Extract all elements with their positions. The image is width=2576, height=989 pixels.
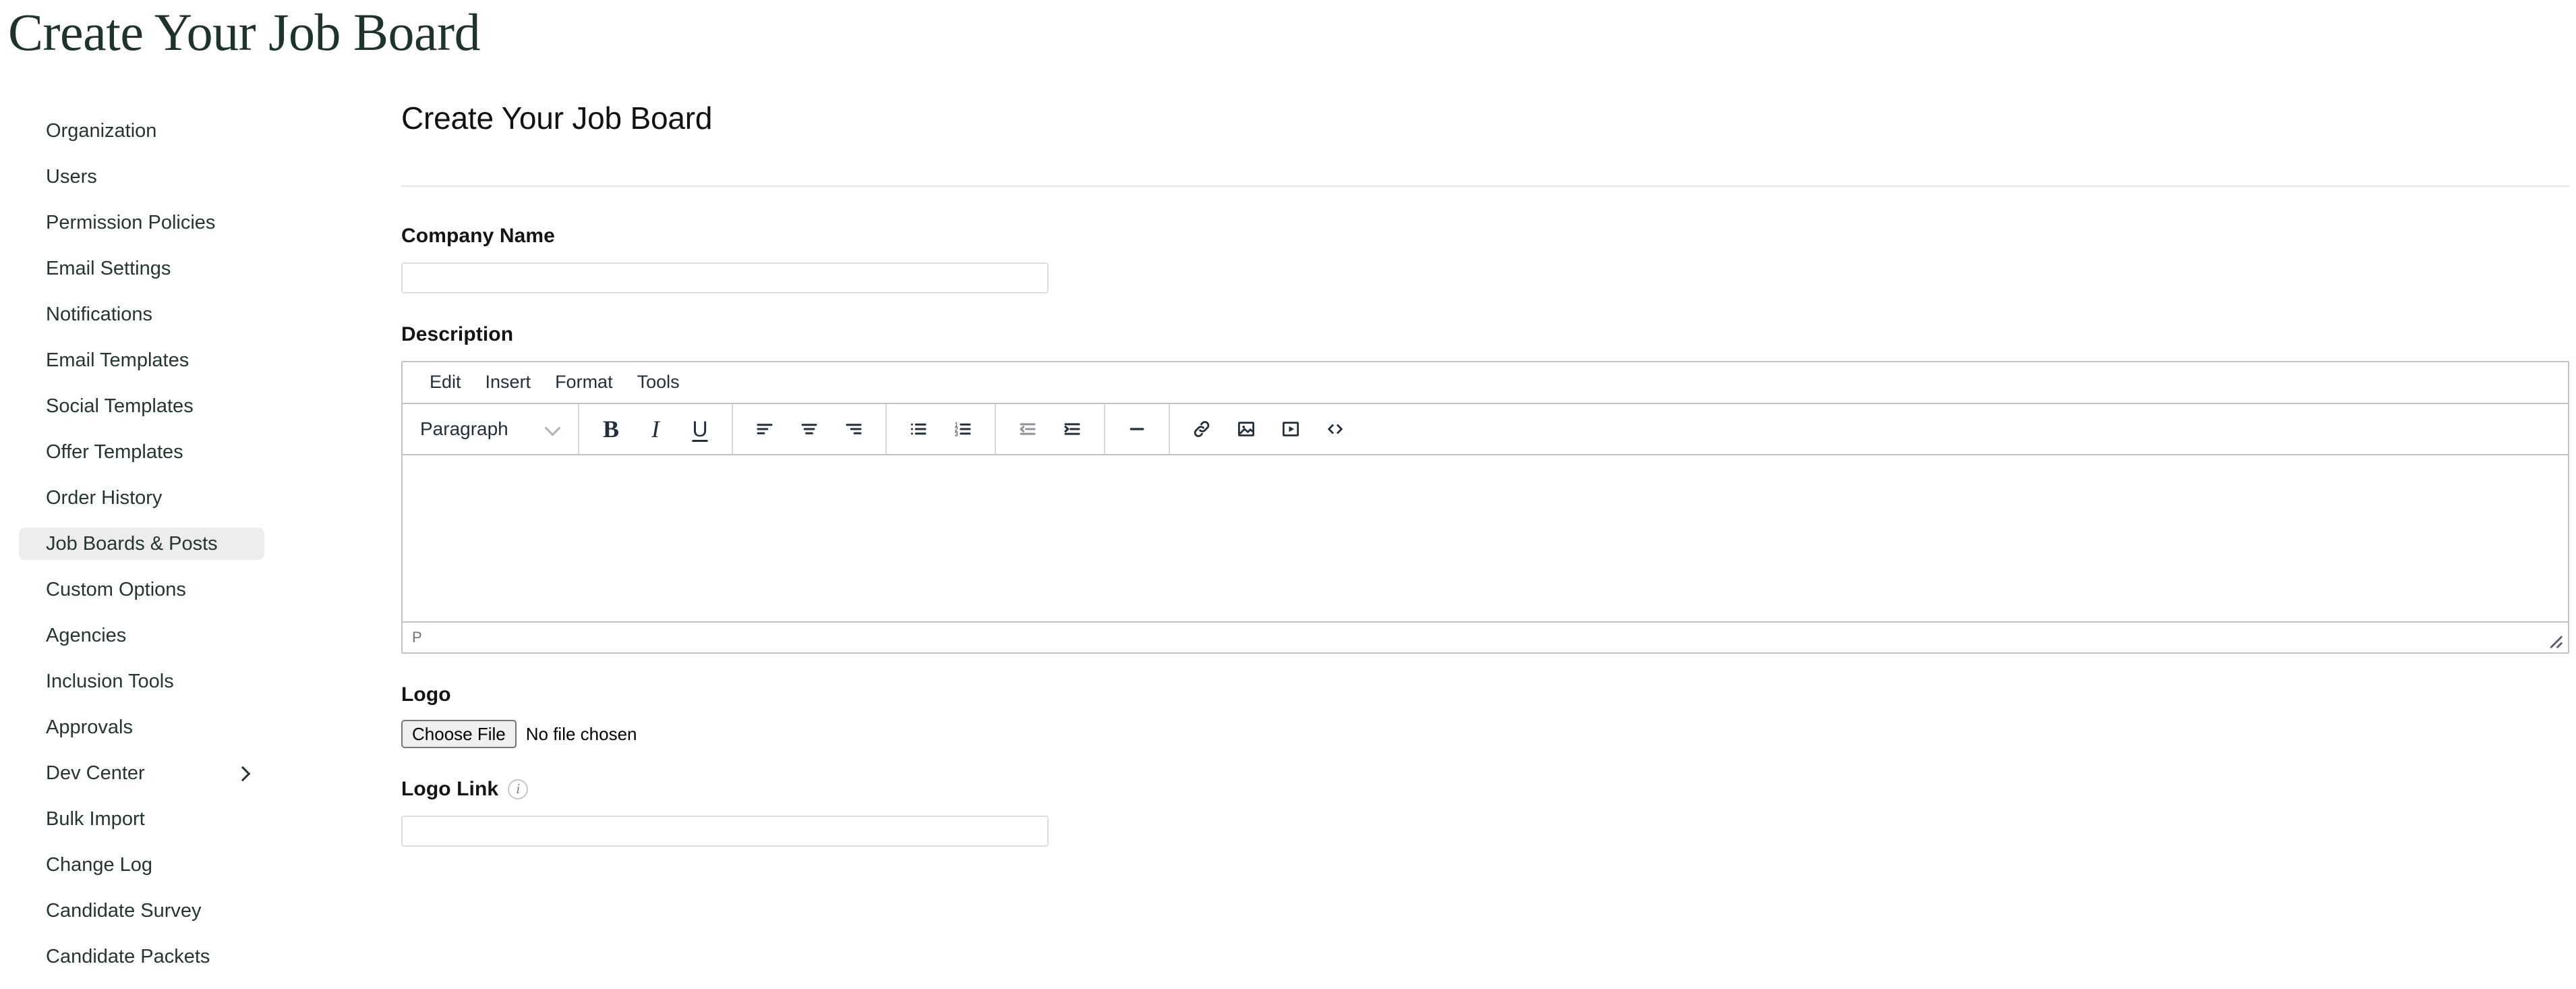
sidebar-item-label: Permission Policies <box>46 211 216 233</box>
logo-link-label: Logo Link <box>401 777 499 800</box>
numbered-list-icon[interactable]: 1 2 3 <box>943 409 983 449</box>
editor-content-area[interactable] <box>403 455 2568 623</box>
rich-text-editor: Edit Insert Format Tools Paragraph B I U… <box>401 360 2569 654</box>
chevron-down-icon <box>544 421 560 437</box>
sidebar-item-job-boards-and-posts[interactable]: Job Boards & Posts <box>19 528 264 560</box>
horizontal-rule-icon[interactable] <box>1117 409 1157 449</box>
sidebar-item-candidate-survey[interactable]: Candidate Survey <box>19 895 264 927</box>
editor-toolbar: Paragraph B I U 1 2 3 <box>403 403 2568 455</box>
logo-file-input[interactable]: Choose File No file chosen <box>401 719 2569 748</box>
form-heading: Create Your Job Board <box>401 101 713 136</box>
sidebar-item-label: Agencies <box>46 624 127 646</box>
underline-icon[interactable]: U <box>680 409 720 449</box>
sidebar-item-agencies[interactable]: Agencies <box>19 619 264 652</box>
page-title: Create Your Job Board <box>8 3 481 61</box>
sidebar-item-permission-policies[interactable]: Permission Policies <box>19 206 264 239</box>
svg-text:3: 3 <box>955 430 958 437</box>
sidebar-item-organization[interactable]: Organization <box>19 115 264 147</box>
sidebar-item-label: Bulk Import <box>46 808 145 830</box>
sidebar-item-bulk-import[interactable]: Bulk Import <box>19 803 264 835</box>
italic-icon[interactable]: I <box>636 409 675 449</box>
sidebar-item-label: Order History <box>46 486 163 509</box>
toolbar-group-align <box>733 403 887 454</box>
sidebar-item-label: Dev Center <box>46 762 145 784</box>
sidebar-item-candidate-packets[interactable]: Candidate Packets <box>19 940 264 973</box>
sidebar-item-email-templates[interactable]: Email Templates <box>19 344 264 376</box>
align-left-icon[interactable] <box>745 409 784 449</box>
link-icon[interactable] <box>1182 409 1221 449</box>
sidebar-item-label: Users <box>46 165 97 188</box>
chevron-right-icon <box>235 766 250 781</box>
logo-link-label-row: Logo Link i <box>401 779 2569 799</box>
media-icon[interactable] <box>1271 409 1310 449</box>
company-name-input[interactable] <box>401 262 1049 293</box>
toolbar-group-indent <box>996 403 1105 454</box>
description-label: Description <box>401 322 514 345</box>
field-description: Description Edit Insert Format Tools Paragr… <box>401 324 2569 654</box>
field-logo: Logo Choose File No file chosen <box>401 683 2569 748</box>
sidebar-item-label: Candidate Survey <box>46 899 202 922</box>
file-status-text: No file chosen <box>525 723 637 744</box>
sidebar-item-label: Offer Templates <box>46 441 183 463</box>
sidebar-item-users[interactable]: Users <box>19 161 264 193</box>
sidebar-item-change-log[interactable]: Change Log <box>19 849 264 881</box>
sidebar-item-dev-center[interactable]: Dev Center <box>19 757 264 789</box>
resize-grip-icon[interactable] <box>2544 629 2564 650</box>
bullet-list-icon[interactable] <box>899 409 938 449</box>
image-icon[interactable] <box>1227 409 1266 449</box>
editor-menubar: Edit Insert Format Tools <box>403 362 2568 404</box>
format-select[interactable]: Paragraph <box>413 410 568 448</box>
main-content: Create Your Job Board Company Name Descr… <box>401 101 2569 847</box>
info-icon[interactable]: i <box>508 779 529 799</box>
toolbar-group-insert <box>1170 404 1367 454</box>
sidebar-item-approvals[interactable]: Approvals <box>19 711 264 743</box>
sidebar-item-label: Notifications <box>46 303 152 325</box>
company-name-label: Company Name <box>401 224 555 247</box>
editor-menu-format[interactable]: Format <box>543 368 625 397</box>
editor-menu-tools[interactable]: Tools <box>625 368 692 397</box>
sidebar-item-order-history[interactable]: Order History <box>19 482 264 514</box>
sidebar-item-label: Organization <box>46 119 157 142</box>
sidebar-nav: Organization Users Permission Policies Emai… <box>0 115 283 973</box>
sidebar-item-email-settings[interactable]: Email Settings <box>19 252 264 285</box>
outdent-icon <box>1008 409 1047 449</box>
toolbar-group-style: B I U <box>579 403 733 454</box>
title-divider <box>401 185 2569 187</box>
sidebar-item-offer-templates[interactable]: Offer Templates <box>19 436 264 468</box>
field-logo-link: Logo Link i <box>401 779 2569 847</box>
sidebar-item-inclusion-tools[interactable]: Inclusion Tools <box>19 665 264 698</box>
sidebar-item-social-templates[interactable]: Social Templates <box>19 390 264 422</box>
align-center-icon[interactable] <box>790 409 829 449</box>
logo-link-input[interactable] <box>401 815 1049 847</box>
logo-label: Logo <box>401 683 451 706</box>
toolbar-group-hr <box>1105 403 1170 454</box>
bold-icon[interactable]: B <box>591 409 631 449</box>
indent-icon[interactable] <box>1053 409 1092 449</box>
element-path[interactable]: P <box>412 629 422 645</box>
field-company-name: Company Name <box>401 224 2569 293</box>
align-right-icon[interactable] <box>834 409 873 449</box>
toolbar-group-lists: 1 2 3 <box>887 403 996 454</box>
sidebar-item-label: Job Boards & Posts <box>46 532 218 555</box>
editor-menu-insert[interactable]: Insert <box>473 368 544 397</box>
sidebar-item-label: Candidate Packets <box>46 945 210 967</box>
format-select-value: Paragraph <box>420 418 508 439</box>
sidebar-item-label: Email Settings <box>46 257 171 279</box>
sidebar-item-label: Change Log <box>46 853 153 876</box>
sidebar-item-label: Custom Options <box>46 578 186 600</box>
source-code-icon[interactable] <box>1316 409 1355 449</box>
editor-statusbar: P <box>403 623 2568 652</box>
choose-file-button[interactable]: Choose File <box>401 719 517 748</box>
sidebar-item-custom-options[interactable]: Custom Options <box>19 573 264 606</box>
sidebar-item-label: Email Templates <box>46 349 189 371</box>
toolbar-group-format: Paragraph <box>403 403 579 454</box>
sidebar-item-label: Inclusion Tools <box>46 670 174 692</box>
sidebar-item-label: Approvals <box>46 716 133 738</box>
editor-menu-edit[interactable]: Edit <box>417 368 473 397</box>
sidebar-item-notifications[interactable]: Notifications <box>19 298 264 331</box>
sidebar-item-label: Social Templates <box>46 395 194 417</box>
